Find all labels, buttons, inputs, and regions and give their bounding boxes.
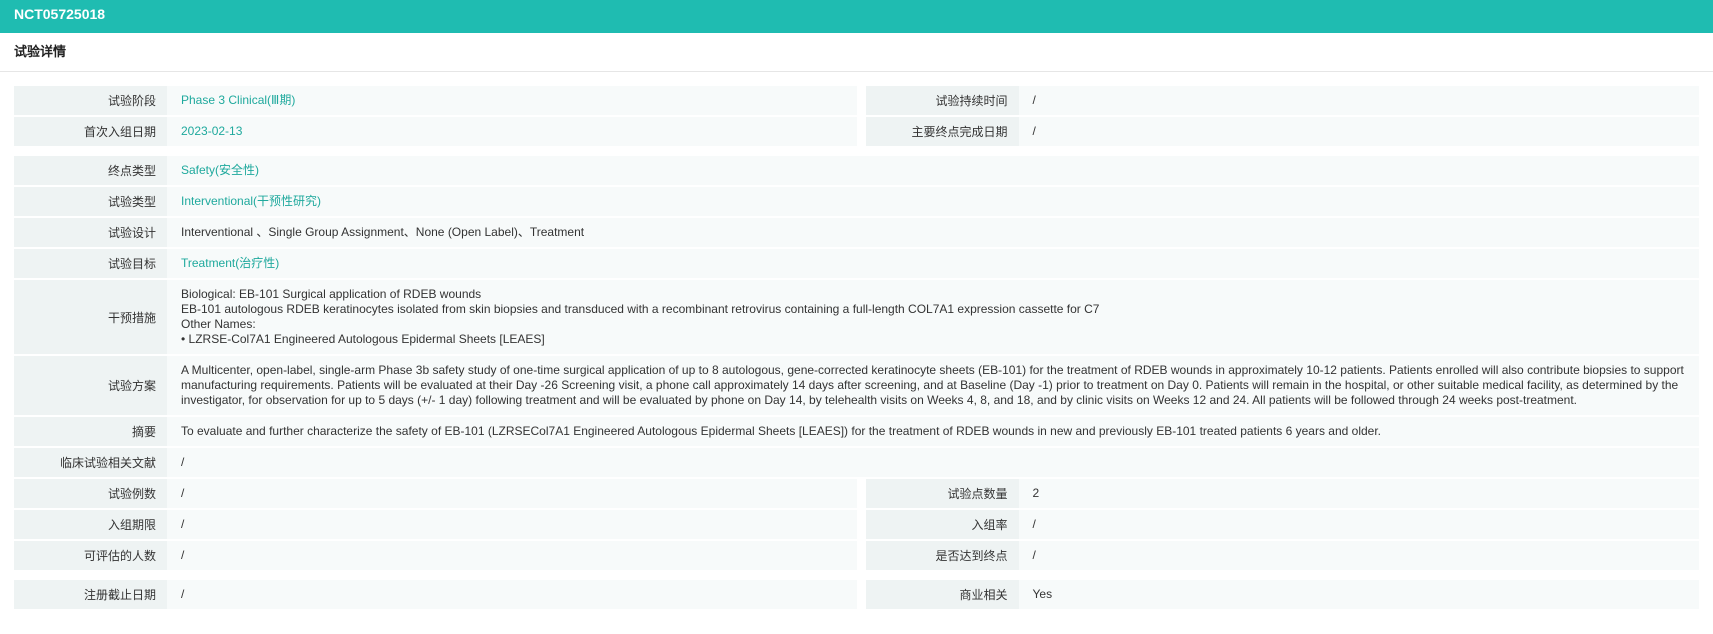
intervention-line: • LZRSE-Col7A1 Engineered Autologous Epi… <box>181 332 545 346</box>
field-label: 干预措施 <box>14 280 167 354</box>
field-intervention: 干预措施 Biological: EB-101 Surgical applica… <box>14 280 1699 354</box>
field-first-enroll: 首次入组日期 2023-02-13 <box>14 117 857 146</box>
field-label: 注册截止日期 <box>14 580 167 609</box>
field-value: / <box>1018 117 1699 146</box>
field-label: 入组期限 <box>14 510 167 539</box>
field-value: / <box>167 510 857 539</box>
field-label: 可评估的人数 <box>14 541 167 570</box>
field-protocol: 试验方案 A Multicenter, open-label, single-a… <box>14 356 1699 415</box>
field-label: 试验目标 <box>14 249 167 278</box>
field-label: 终点类型 <box>14 156 167 185</box>
field-summary: 摘要 To evaluate and further characterize … <box>14 417 1699 446</box>
field-label: 入组率 <box>865 510 1019 539</box>
field-label: 试验设计 <box>14 218 167 247</box>
field-evaluable: 可评估的人数 / <box>14 541 857 570</box>
trial-type-link[interactable]: Interventional(干预性研究) <box>167 187 1699 216</box>
field-trial-type: 试验类型 Interventional(干预性研究) <box>14 187 1699 216</box>
field-label: 主要终点完成日期 <box>865 117 1019 146</box>
field-label: 首次入组日期 <box>14 117 167 146</box>
intervention-line: EB-101 autologous RDEB keratinocytes iso… <box>181 302 1100 316</box>
field-enroll-rate: 入组率 / <box>857 510 1699 539</box>
section-title: 试验详情 <box>0 33 1713 72</box>
field-case-count: 试验例数 / <box>14 479 857 508</box>
first-enroll-link[interactable]: 2023-02-13 <box>167 117 857 146</box>
field-value: / <box>167 479 857 508</box>
field-commercial: 商业相关 Yes <box>857 580 1699 609</box>
field-primary-completion: 主要终点完成日期 / <box>857 117 1699 146</box>
summary-value: To evaluate and further characterize the… <box>167 417 1699 446</box>
field-endpoint-type: 终点类型 Safety(安全性) <box>14 156 1699 185</box>
intervention-value: Biological: EB-101 Surgical application … <box>167 280 1699 354</box>
field-label: 试验类型 <box>14 187 167 216</box>
field-value: 2 <box>1018 479 1699 508</box>
field-label: 试验例数 <box>14 479 167 508</box>
details-group-registration: 注册截止日期 / 商业相关 Yes <box>14 580 1699 611</box>
field-label: 试验阶段 <box>14 86 167 115</box>
field-value: / <box>167 448 1699 477</box>
field-value: Yes <box>1018 580 1699 609</box>
field-label: 试验持续时间 <box>865 86 1019 115</box>
protocol-value: A Multicenter, open-label, single-arm Ph… <box>167 356 1699 415</box>
intervention-line: Biological: EB-101 Surgical application … <box>181 287 482 301</box>
field-endpoint-met: 是否达到终点 / <box>857 541 1699 570</box>
field-phase: 试验阶段 Phase 3 Clinical(Ⅲ期) <box>14 86 857 115</box>
field-value: / <box>1018 510 1699 539</box>
endpoint-type-link[interactable]: Safety(安全性) <box>167 156 1699 185</box>
field-label: 临床试验相关文献 <box>14 448 167 477</box>
field-reg-deadline: 注册截止日期 / <box>14 580 857 609</box>
field-label: 摘要 <box>14 417 167 446</box>
field-enroll-period: 入组期限 / <box>14 510 857 539</box>
field-label: 试验方案 <box>14 356 167 415</box>
field-objective: 试验目标 Treatment(治疗性) <box>14 249 1699 278</box>
details-group-timeline: 试验阶段 Phase 3 Clinical(Ⅲ期) 试验持续时间 / 首次入组日… <box>14 86 1699 148</box>
field-value: / <box>1018 86 1699 115</box>
field-label: 商业相关 <box>865 580 1019 609</box>
field-value: / <box>167 541 857 570</box>
trial-details: 试验阶段 Phase 3 Clinical(Ⅲ期) 试验持续时间 / 首次入组日… <box>0 72 1713 611</box>
details-group-design: 终点类型 Safety(安全性) 试验类型 Interventional(干预性… <box>14 156 1699 572</box>
objective-link[interactable]: Treatment(治疗性) <box>167 249 1699 278</box>
field-value: Interventional 、Single Group Assignment、… <box>167 218 1699 247</box>
field-site-count: 试验点数量 2 <box>857 479 1699 508</box>
phase-link[interactable]: Phase 3 Clinical(Ⅲ期) <box>167 86 857 115</box>
intervention-line: Other Names: <box>181 317 256 331</box>
field-value: / <box>167 580 857 609</box>
trial-id-header: NCT05725018 <box>0 0 1713 33</box>
field-value: / <box>1018 541 1699 570</box>
field-duration: 试验持续时间 / <box>857 86 1699 115</box>
field-literature: 临床试验相关文献 / <box>14 448 1699 477</box>
field-label: 试验点数量 <box>865 479 1019 508</box>
field-design: 试验设计 Interventional 、Single Group Assign… <box>14 218 1699 247</box>
field-label: 是否达到终点 <box>865 541 1019 570</box>
